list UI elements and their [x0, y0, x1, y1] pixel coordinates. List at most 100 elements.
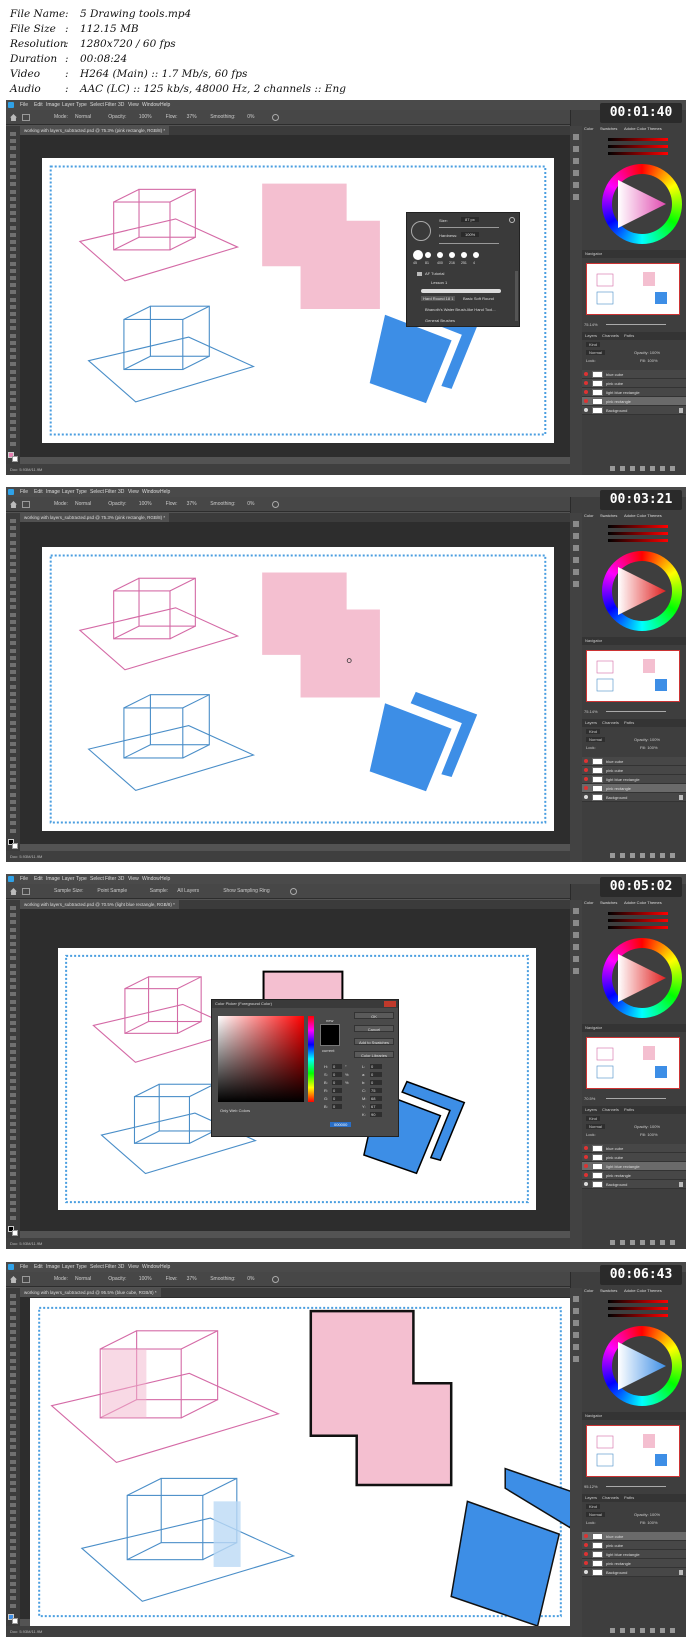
tool-icon[interactable]	[10, 405, 16, 410]
libraries-button[interactable]: Color Libraries	[354, 1051, 394, 1058]
tool-icon[interactable]	[10, 691, 16, 696]
tool-icon[interactable]	[10, 160, 16, 165]
layers-footer-icon[interactable]	[620, 1240, 625, 1245]
opacity-field[interactable]: Opacity: 100%	[634, 1512, 660, 1517]
tool-icon[interactable]	[10, 749, 16, 754]
menu-item[interactable]: Layer	[62, 1262, 75, 1272]
hex-field[interactable]: 000000	[330, 1122, 352, 1127]
menu-item[interactable]: File	[20, 100, 28, 110]
menu-item[interactable]: 3D	[118, 100, 124, 110]
field-value[interactable]: 0	[370, 1080, 382, 1085]
tool-icon[interactable]	[10, 519, 16, 523]
layer-row[interactable]: Background	[582, 793, 686, 802]
tool-icon[interactable]	[10, 1028, 16, 1033]
tab-adobe-color-themes[interactable]: Adobe Color Themes	[624, 1287, 662, 1295]
tool-icon[interactable]	[10, 1502, 16, 1507]
panel-icon[interactable]	[573, 1320, 579, 1326]
layers-footer-icon[interactable]	[630, 1628, 635, 1633]
navigator-thumbnail[interactable]	[586, 1037, 680, 1089]
tool-icon[interactable]	[10, 1481, 16, 1486]
brush-folder-item[interactable]: Lesson 1	[431, 280, 447, 285]
tool-icon[interactable]	[10, 254, 16, 259]
tool-icon[interactable]	[10, 312, 16, 316]
tool-icon[interactable]	[10, 211, 16, 216]
tab-adobe-color-themes[interactable]: Adobe Color Themes	[624, 899, 662, 907]
tool-icon[interactable]	[10, 699, 16, 703]
tab-paths[interactable]: Paths	[624, 719, 634, 727]
menu-item[interactable]: 3D	[118, 487, 124, 497]
tool-icon[interactable]	[10, 713, 16, 718]
tool-icon[interactable]	[10, 778, 16, 783]
option-item[interactable]: Show Sampling Ring	[223, 884, 269, 899]
tool-icon[interactable]	[10, 1510, 16, 1514]
scrollbar[interactable]	[515, 271, 518, 321]
tool-icon[interactable]	[10, 569, 16, 574]
tool-icon[interactable]	[10, 547, 16, 552]
tool-icon[interactable]	[10, 799, 16, 804]
zoom-level[interactable]: 95.12%	[584, 1484, 598, 1489]
tool-icon[interactable]	[10, 175, 16, 180]
tool-icon[interactable]	[10, 648, 16, 653]
tool-icon[interactable]	[10, 420, 16, 424]
panel-icon[interactable]	[573, 545, 579, 551]
eye-icon[interactable]	[584, 1534, 588, 1538]
tool-icon[interactable]	[10, 1057, 16, 1062]
eye-icon[interactable]	[584, 795, 588, 799]
brush-angle-icon[interactable]	[411, 221, 431, 241]
tool-icon[interactable]	[10, 1315, 16, 1320]
layers-footer-icon[interactable]	[650, 466, 655, 471]
home-icon[interactable]	[10, 888, 17, 895]
menu-item[interactable]: Type	[76, 100, 87, 110]
eye-icon[interactable]	[584, 408, 588, 412]
panel-icon[interactable]	[573, 1332, 579, 1338]
brush-name[interactable]: Hard Round 18 1	[421, 296, 456, 301]
tool-icon[interactable]	[10, 1308, 16, 1313]
tool-icon[interactable]	[10, 1416, 16, 1421]
tool-icon[interactable]	[10, 978, 16, 982]
eye-icon[interactable]	[584, 1182, 588, 1186]
tool-icon[interactable]	[10, 384, 16, 388]
blend-mode-select[interactable]: Normal	[586, 1124, 605, 1129]
tool-icon[interactable]	[10, 196, 16, 201]
option-item[interactable]: Smoothing:	[210, 1272, 235, 1287]
tool-icon[interactable]	[10, 1430, 16, 1435]
tool-icon[interactable]	[10, 934, 16, 939]
option-item[interactable]: 0%	[247, 110, 254, 125]
layers-footer-icon[interactable]	[640, 466, 645, 471]
panel-icon[interactable]	[573, 968, 579, 974]
blend-mode-select[interactable]: Normal	[586, 350, 605, 355]
size-value[interactable]: 87 px	[461, 217, 479, 222]
layers-footer-icon[interactable]	[610, 466, 615, 471]
brush-name-2[interactable]: Basic Soft Round	[463, 296, 494, 301]
tab-adobe-color-themes[interactable]: Adobe Color Themes	[624, 125, 662, 133]
menu-item[interactable]: Window	[142, 100, 160, 110]
only-web-colors-checkbox[interactable]: Only Web Colors	[220, 1108, 250, 1113]
tab-adobe-color-themes[interactable]: Adobe Color Themes	[624, 512, 662, 520]
tool-icon[interactable]	[10, 168, 16, 172]
tab-layers[interactable]: Layers	[585, 1106, 597, 1114]
layers-footer-icon[interactable]	[620, 466, 625, 471]
filter-kind-select[interactable]: Kind	[586, 342, 601, 347]
tool-icon[interactable]	[10, 756, 16, 761]
option-item[interactable]: 37%	[187, 110, 197, 125]
brush-preset-dot[interactable]	[413, 250, 423, 260]
color-slider[interactable]	[608, 138, 668, 141]
tool-icon[interactable]	[10, 906, 16, 910]
brush-preset-dot[interactable]	[461, 252, 467, 258]
tab-color[interactable]: Color	[584, 125, 594, 133]
tool-icon[interactable]	[10, 355, 16, 360]
eye-icon[interactable]	[584, 1570, 588, 1574]
size-slider[interactable]	[439, 227, 499, 228]
tool-icon[interactable]	[10, 949, 16, 954]
layers-footer-icon[interactable]	[670, 853, 675, 858]
tool-icon[interactable]	[10, 540, 16, 545]
tool-icon[interactable]	[10, 290, 16, 295]
field-value[interactable]: 0	[332, 1064, 342, 1069]
tool-icon[interactable]	[10, 1021, 16, 1026]
tool-icon[interactable]	[10, 1114, 16, 1119]
settings-icon[interactable]	[289, 888, 297, 895]
brush-stroke-preview[interactable]	[421, 289, 501, 293]
option-item[interactable]: Point Sample	[97, 884, 127, 899]
tab-color[interactable]: Color	[584, 1287, 594, 1295]
menu-item[interactable]: Type	[76, 1262, 87, 1272]
